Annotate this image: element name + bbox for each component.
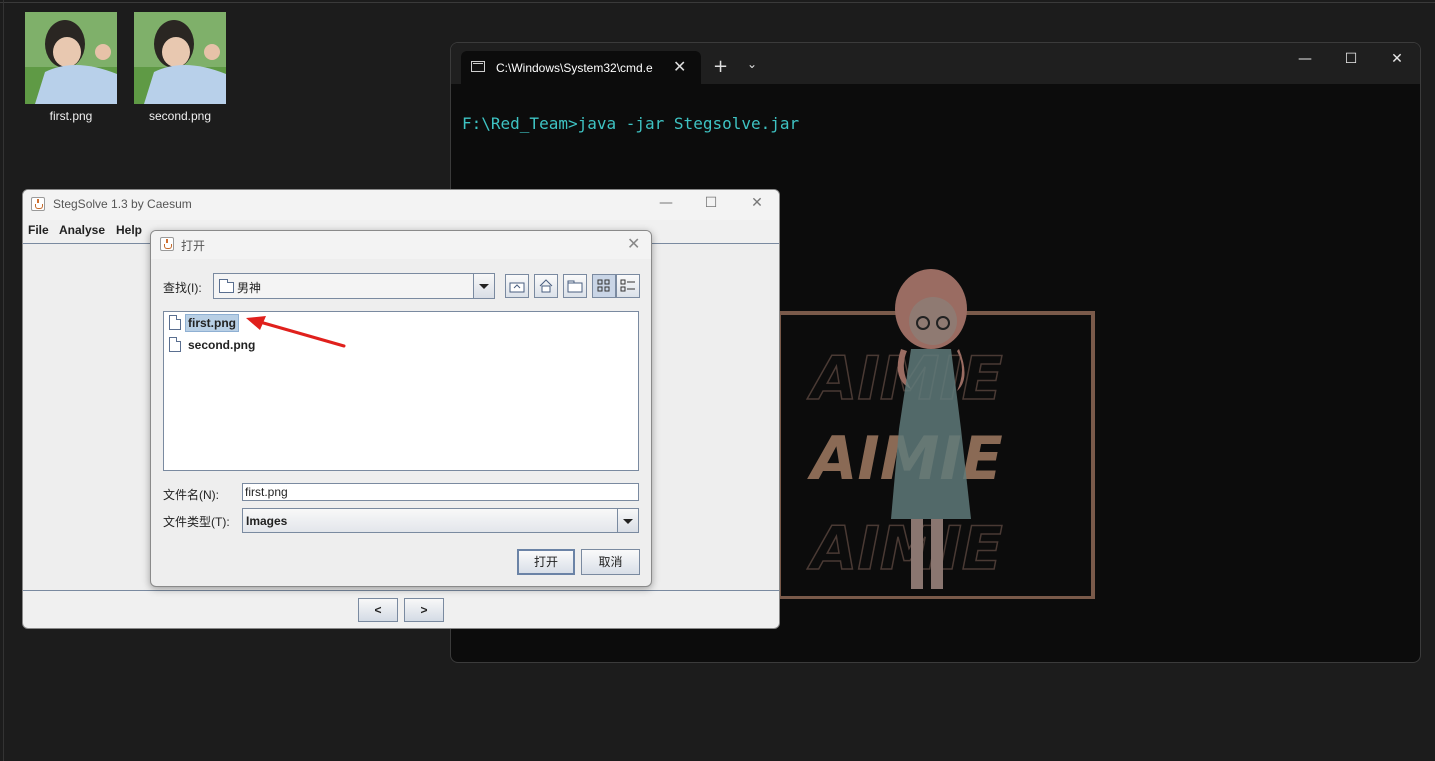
look-in-value: 男神 xyxy=(237,281,262,295)
chevron-down-icon[interactable]: ⌄ xyxy=(747,57,757,71)
terminal-background-art: AIMIE AIMIE AIMIE xyxy=(777,269,1095,599)
open-file-dialog: 打开 ✕ 查找(I): 男神 first.png second.png 文件名(… xyxy=(150,230,652,587)
dialog-title: 打开 xyxy=(181,239,206,253)
file-icon xyxy=(169,315,181,330)
new-folder-icon xyxy=(567,280,583,293)
desktop-icon-second[interactable]: second.png xyxy=(134,12,226,123)
cancel-button[interactable]: 取消 xyxy=(581,549,640,575)
stegsolve-title-bar: StegSolve 1.3 by Caesum — ☐ ✕ xyxy=(23,190,779,220)
image-thumbnail xyxy=(134,12,226,104)
terminal-tab[interactable]: C:\Windows\System32\cmd.e ✕ xyxy=(461,51,701,84)
new-folder-button[interactable] xyxy=(563,274,587,298)
desktop-left-edge xyxy=(0,0,4,761)
filename-field[interactable]: first.png xyxy=(242,483,639,501)
file-icon xyxy=(169,337,181,352)
list-view-button[interactable] xyxy=(592,274,616,298)
desktop-icon-first[interactable]: first.png xyxy=(25,12,117,123)
menu-analyse[interactable]: Analyse xyxy=(59,223,105,237)
dialog-title-bar: 打开 ✕ xyxy=(151,231,651,259)
chevron-down-icon[interactable] xyxy=(617,509,638,532)
java-icon xyxy=(31,197,45,211)
new-tab-icon[interactable]: + xyxy=(713,56,728,77)
home-button[interactable] xyxy=(534,274,558,298)
file-name-selected[interactable]: first.png xyxy=(185,314,239,332)
filename-label: 文件名(N): xyxy=(163,488,219,502)
next-button[interactable]: > xyxy=(404,598,444,622)
close-icon[interactable]: ✕ xyxy=(1377,51,1417,67)
prev-button[interactable]: < xyxy=(358,598,398,622)
desktop: first.png second.png C:\Windows\System32… xyxy=(0,0,1435,761)
home-icon xyxy=(539,279,553,293)
maximize-icon[interactable]: ☐ xyxy=(696,195,726,211)
up-folder-icon xyxy=(509,282,525,293)
list-view-icon xyxy=(597,279,610,292)
file-list[interactable]: first.png second.png xyxy=(163,311,639,471)
close-icon[interactable]: ✕ xyxy=(742,195,772,211)
desktop-icon-label: second.png xyxy=(148,109,212,123)
maximize-icon[interactable]: ☐ xyxy=(1331,51,1371,67)
art-text-3: AIMIE xyxy=(807,514,1003,584)
look-in-combo[interactable]: 男神 xyxy=(213,273,495,299)
filetype-value: Images xyxy=(246,514,288,528)
terminal-title-bar: C:\Windows\System32\cmd.e ✕ + ⌄ — ☐ ✕ xyxy=(451,43,1420,84)
open-button[interactable]: 打开 xyxy=(517,549,575,575)
filetype-combo[interactable]: Images xyxy=(242,508,639,533)
minimize-icon[interactable]: — xyxy=(1285,51,1325,67)
details-view-button[interactable] xyxy=(616,274,640,298)
terminal-tab-title: C:\Windows\System32\cmd.e xyxy=(496,61,653,75)
minimize-icon[interactable]: — xyxy=(651,195,681,211)
desktop-top-edge xyxy=(0,0,1435,3)
details-view-icon xyxy=(620,279,635,292)
look-in-label: 查找(I): xyxy=(163,281,202,295)
cmd-icon xyxy=(471,61,485,72)
menu-file[interactable]: File xyxy=(28,223,49,237)
close-icon[interactable]: ✕ xyxy=(627,234,640,254)
image-thumbnail xyxy=(25,12,117,104)
menu-help[interactable]: Help xyxy=(116,223,142,237)
desktop-icon-label: first.png xyxy=(49,109,93,123)
up-folder-button[interactable] xyxy=(505,274,529,298)
chevron-down-icon[interactable] xyxy=(473,274,494,298)
java-icon xyxy=(160,237,174,251)
terminal-prompt-line: F:\Red_Team>java -jar Stegsolve.jar xyxy=(462,114,800,133)
filetype-label: 文件类型(T): xyxy=(163,515,230,529)
annotation-arrow-icon xyxy=(246,316,346,348)
stegsolve-title: StegSolve 1.3 by Caesum xyxy=(53,197,192,211)
close-tab-icon[interactable]: ✕ xyxy=(673,57,686,77)
folder-icon xyxy=(219,279,234,293)
